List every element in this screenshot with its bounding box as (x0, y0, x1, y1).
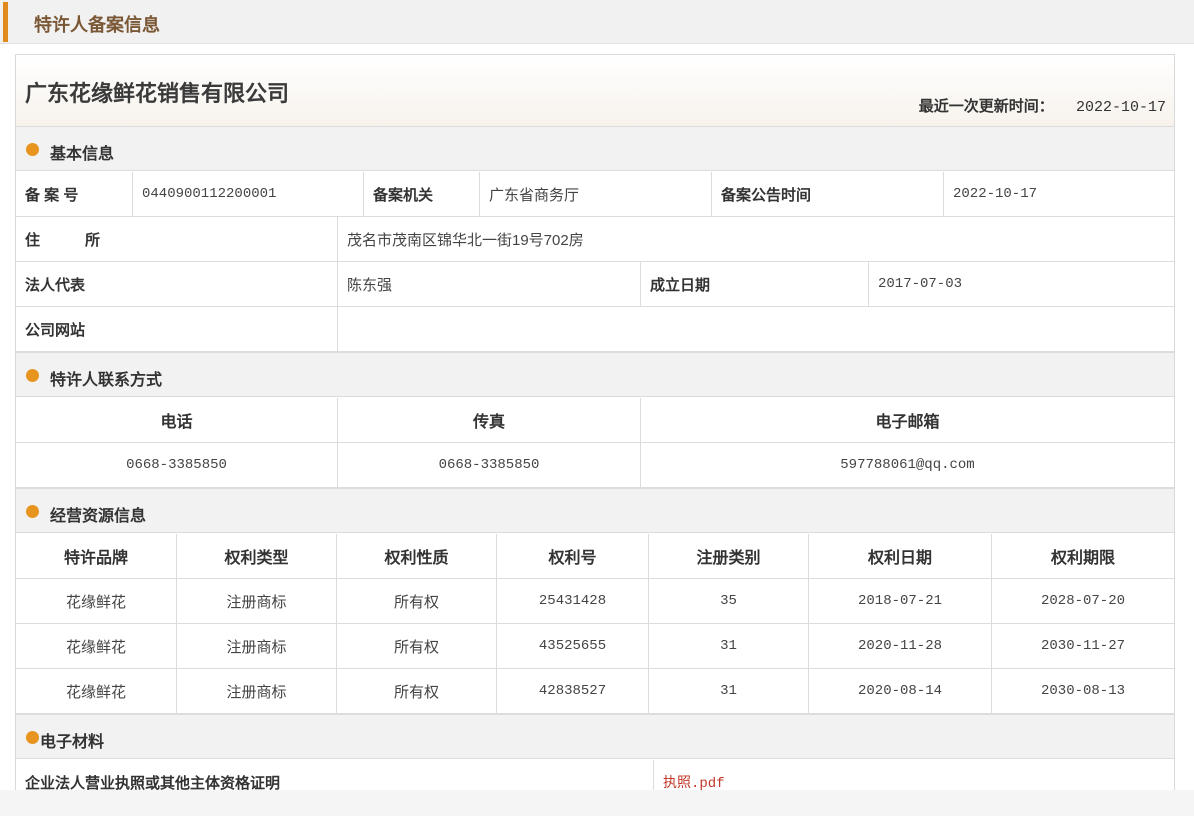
table-cell: 所有权 (337, 669, 497, 714)
authority-value: 广东省商务厅 (480, 172, 712, 217)
bullet-dot-icon (26, 505, 39, 518)
header-accent-bar (3, 2, 8, 42)
section-title: 经营资源信息 (50, 508, 147, 525)
announce-value: 2022-10-17 (944, 172, 1174, 217)
record-no-label: 备 案 号 (16, 172, 133, 217)
bottom-scroll-strip (0, 790, 1194, 816)
record-no-value: 0440900112200001 (133, 172, 364, 217)
section-resources: 经营资源信息 (16, 488, 1174, 533)
address-label: 住 所 (16, 217, 338, 262)
resource-header-term: 权利期限 (992, 534, 1174, 579)
section-contact: 特许人联系方式 (16, 352, 1174, 397)
table-cell: 2018-07-21 (809, 579, 992, 624)
company-block: 广东花缘鲜花销售有限公司 最近一次更新时间： 2022-10-17 (16, 55, 1174, 127)
bullet-dot-icon (26, 731, 39, 744)
resource-header-right-no: 权利号 (497, 534, 649, 579)
page-title: 特许人备案信息 (34, 15, 160, 35)
resource-header-brand: 特许品牌 (16, 534, 177, 579)
established-value: 2017-07-03 (869, 262, 1174, 307)
contact-email-value[interactable]: 597788061@qq.com (641, 443, 1174, 488)
section-materials: 电子材料 (16, 714, 1174, 759)
table-cell: 43525655 (497, 624, 649, 669)
table-cell: 2028-07-20 (992, 579, 1174, 624)
table-cell: 所有权 (337, 579, 497, 624)
company-name: 广东花缘鲜花销售有限公司 (25, 82, 290, 107)
website-label: 公司网站 (16, 307, 338, 352)
address-value: 茂名市茂南区锦华北一街19号702房 (338, 217, 1174, 262)
bullet-dot-icon (26, 143, 39, 156)
table-cell: 注册商标 (177, 579, 337, 624)
info-panel: 广东花缘鲜花销售有限公司 最近一次更新时间： 2022-10-17 基本信息 备… (15, 54, 1175, 816)
announce-label: 备案公告时间 (712, 172, 944, 217)
table-cell: 31 (649, 624, 809, 669)
resource-header-right-type: 权利类型 (177, 534, 337, 579)
table-cell: 所有权 (337, 624, 497, 669)
table-cell: 注册商标 (177, 669, 337, 714)
section-title: 电子材料 (40, 734, 105, 751)
table-cell: 31 (649, 669, 809, 714)
legal-rep-value: 陈东强 (338, 262, 641, 307)
section-basic-info: 基本信息 (16, 126, 1174, 171)
table-cell: 花缘鲜花 (16, 579, 177, 624)
table-cell: 花缘鲜花 (16, 624, 177, 669)
authority-label: 备案机关 (364, 172, 480, 217)
legal-rep-label: 法人代表 (16, 262, 338, 307)
contact-fax-value: 0668-3385850 (338, 443, 641, 488)
update-value: 2022-10-17 (1075, 99, 1166, 116)
contact-phone-value: 0668-3385850 (16, 443, 338, 488)
section-title: 特许人联系方式 (50, 372, 163, 389)
table-cell: 注册商标 (177, 624, 337, 669)
table-cell: 2020-11-28 (809, 624, 992, 669)
bullet-dot-icon (26, 369, 39, 382)
resource-header-date: 权利日期 (809, 534, 992, 579)
website-value (338, 307, 1174, 352)
table-cell: 花缘鲜花 (16, 669, 177, 714)
resource-header-class: 注册类别 (649, 534, 809, 579)
table-cell: 42838527 (497, 669, 649, 714)
table-cell: 35 (649, 579, 809, 624)
update-info: 最近一次更新时间： 2022-10-17 (919, 95, 1166, 116)
resource-header-right-nature: 权利性质 (337, 534, 497, 579)
contact-header-email: 电子邮箱 (641, 398, 1174, 443)
page-header: 特许人备案信息 (0, 0, 1194, 44)
section-title: 基本信息 (50, 146, 115, 163)
contact-header-phone: 电话 (16, 398, 338, 443)
table-cell: 2020-08-14 (809, 669, 992, 714)
update-label: 最近一次更新时间： (918, 98, 1054, 115)
contact-header-fax: 传真 (338, 398, 641, 443)
table-cell: 2030-08-13 (992, 669, 1174, 714)
table-cell: 2030-11-27 (992, 624, 1174, 669)
table-cell: 25431428 (497, 579, 649, 624)
established-label: 成立日期 (641, 262, 869, 307)
